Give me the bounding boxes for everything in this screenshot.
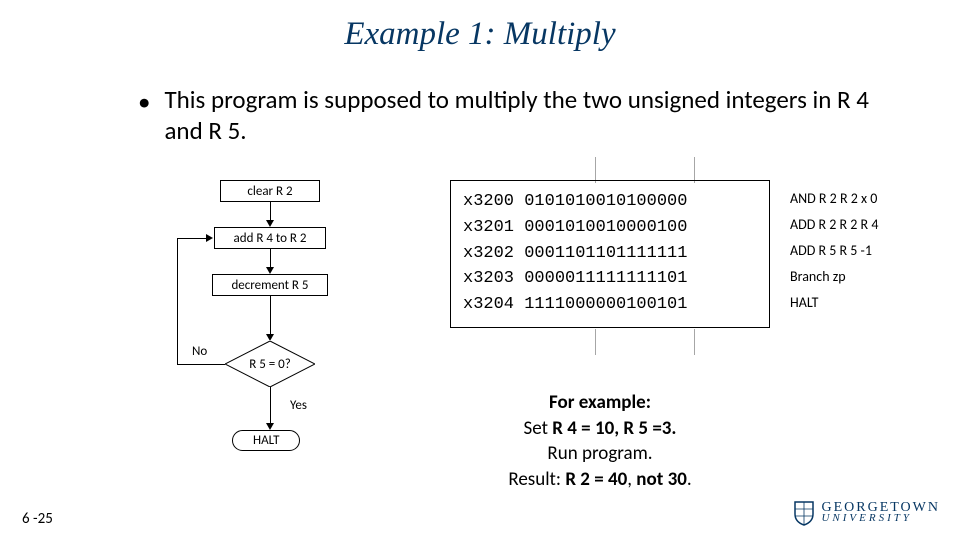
tick-mark <box>694 329 695 355</box>
bullet-text: This program is supposed to multiply the… <box>164 84 900 147</box>
hint-line: Result: <box>508 468 565 491</box>
code-addr: x3200 <box>463 192 514 211</box>
code-row: x3200 0101010010100000 <box>463 189 757 215</box>
code-block: x3200 0101010010100000 x3201 00010100100… <box>450 180 770 328</box>
step-clear-label: clear R 2 <box>247 184 292 199</box>
code-bits: 0101010010100000 <box>524 192 687 211</box>
code-row: x3203 0000011111111101 <box>463 266 757 292</box>
step-decrement-label: decrement R 5 <box>231 278 308 293</box>
label-yes: Yes <box>290 398 307 413</box>
hint-line: R 4 = 10, R 5 =3. <box>552 417 676 440</box>
decision-label-wrap: R 5 = 0? <box>225 341 315 387</box>
arrow <box>177 238 207 239</box>
slide-number: 6 -25 <box>22 510 53 528</box>
arrow <box>177 238 178 364</box>
code-row: x3201 0001010010000100 <box>463 215 757 241</box>
step-halt-label: HALT <box>253 433 279 448</box>
hint-line: For example: <box>549 391 651 414</box>
code-annotations: AND R 2 R 2 x 0 ADD R 2 R 2 R 4 ADD R 5 … <box>790 186 878 316</box>
step-add: add R 4 to R 2 <box>214 227 326 249</box>
label-no: No <box>192 344 207 359</box>
university-logo: GEORGETOWN UNIVERSITY <box>793 500 940 526</box>
code-bits: 0000011111111101 <box>524 269 687 288</box>
slide-title: Example 1: Multiply <box>0 16 960 53</box>
code-row: x3204 1111000000100101 <box>463 292 757 318</box>
logo-text: GEORGETOWN UNIVERSITY <box>821 502 940 524</box>
arrow <box>270 202 271 222</box>
bullet-item: • This program is supposed to multiply t… <box>138 84 900 147</box>
bullet-dot: • <box>138 86 150 117</box>
code-addr: x3201 <box>463 218 514 237</box>
hint-line: R 2 = 40 <box>565 468 627 491</box>
arrow-head <box>266 423 274 430</box>
hint-line: Set <box>524 417 553 440</box>
step-clear: clear R 2 <box>220 180 320 202</box>
step-decision: R 5 = 0? <box>225 341 315 387</box>
arrow-head <box>266 267 274 274</box>
code-bits: 0001101101111111 <box>524 244 687 263</box>
step-halt: HALT <box>232 430 300 451</box>
flowchart: clear R 2 add R 4 to R 2 decrement R 5 R… <box>130 180 430 520</box>
code-bits: 1111000000100101 <box>524 295 687 314</box>
arrow <box>270 387 271 425</box>
annot: ADD R 5 R 5 -1 <box>790 238 878 264</box>
arrow-head <box>266 334 274 341</box>
code-addr: x3202 <box>463 244 514 263</box>
arrow <box>270 249 271 269</box>
hint-line: not 30 <box>636 468 687 491</box>
arrow-head <box>206 234 213 242</box>
code-addr: x3204 <box>463 295 514 314</box>
annot: ADD R 2 R 2 R 4 <box>790 212 878 238</box>
example-text: For example: Set R 4 = 10, R 5 =3. Run p… <box>440 390 760 493</box>
decision-label: R 5 = 0? <box>249 357 291 372</box>
arrow <box>270 296 271 336</box>
hint-line: , <box>627 468 636 491</box>
code-row: x3202 0001101101111111 <box>463 241 757 267</box>
tick-mark <box>595 329 596 355</box>
code-addr: x3203 <box>463 269 514 288</box>
hint-line: . <box>687 468 692 491</box>
hint-line: Run program. <box>547 442 652 465</box>
code-bits: 0001010010000100 <box>524 218 687 237</box>
arrow-head <box>266 220 274 227</box>
arrow <box>177 364 225 365</box>
shield-icon <box>793 500 815 526</box>
annot: Branch zp <box>790 264 878 290</box>
annot: HALT <box>790 290 878 316</box>
logo-sub: UNIVERSITY <box>821 514 940 524</box>
slide: Example 1: Multiply • This program is su… <box>0 0 960 540</box>
annot: AND R 2 R 2 x 0 <box>790 186 878 212</box>
step-add-label: add R 4 to R 2 <box>234 231 307 246</box>
step-decrement: decrement R 5 <box>212 274 328 296</box>
